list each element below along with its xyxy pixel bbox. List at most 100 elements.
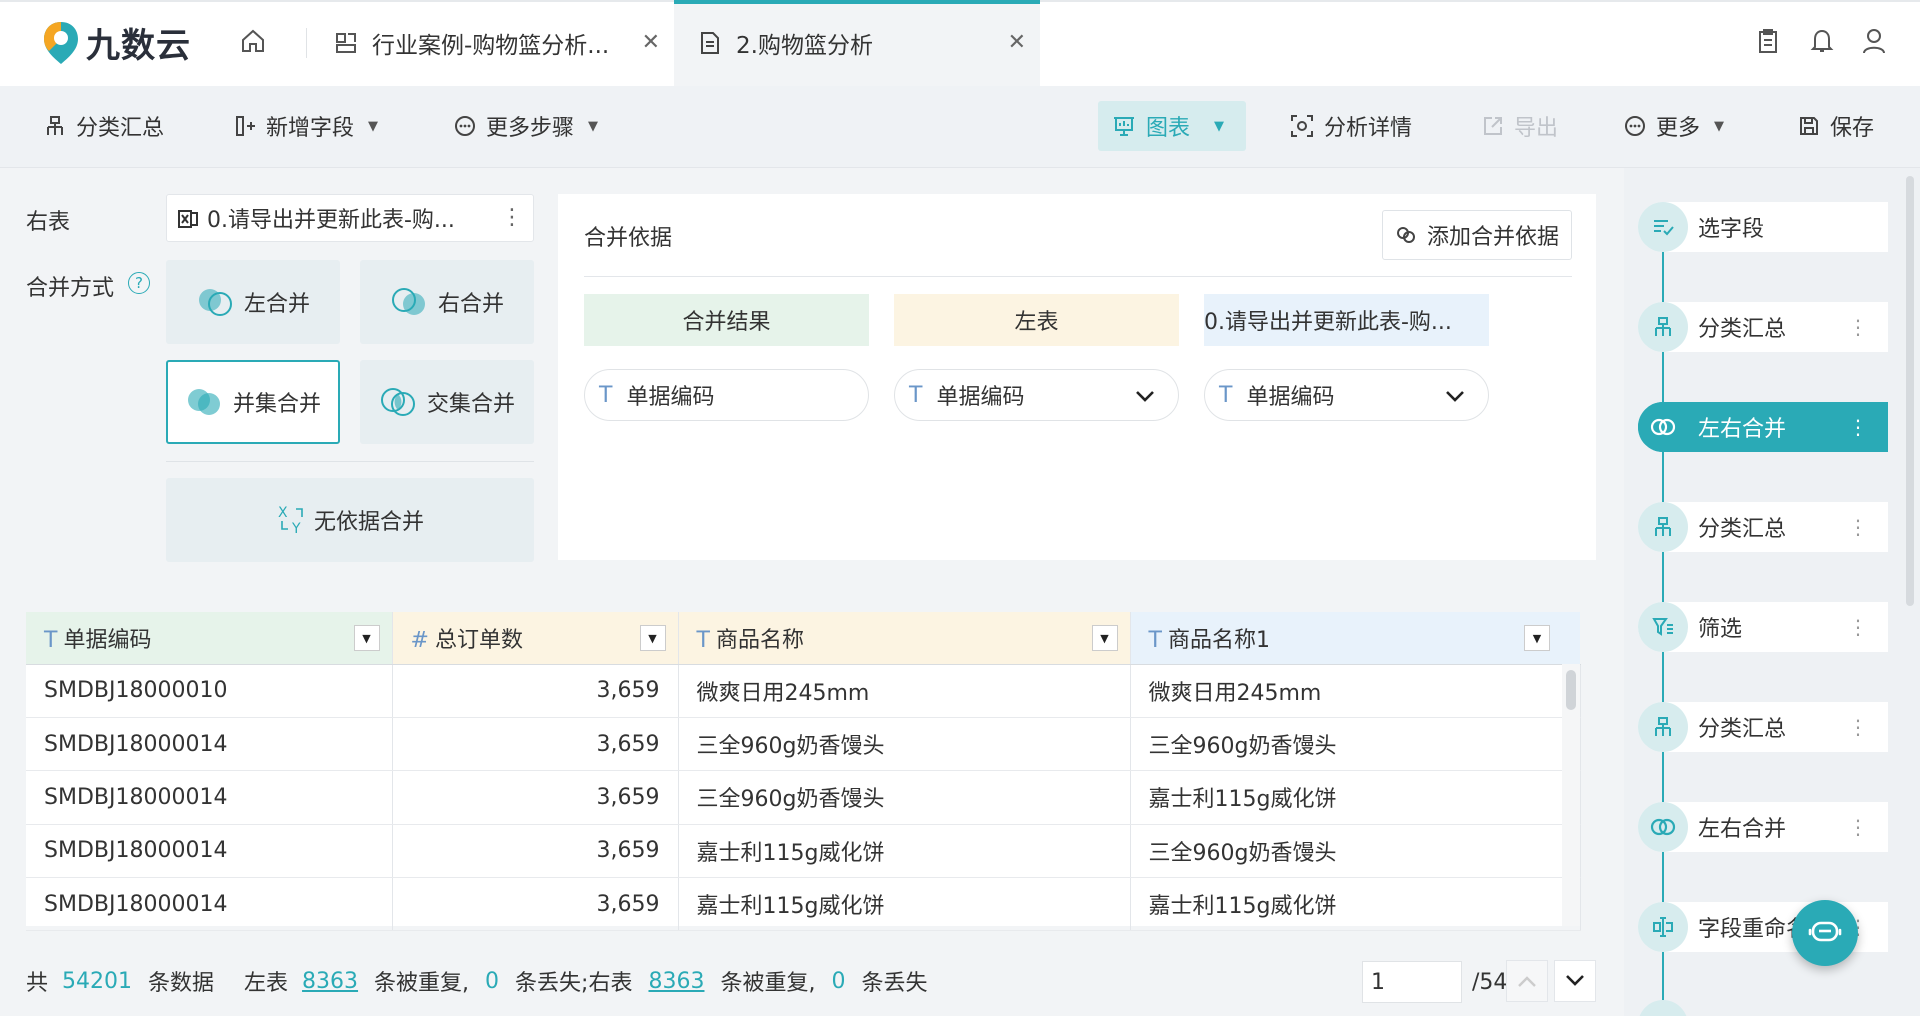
bell-icon bbox=[1810, 29, 1834, 52]
results-table: T 单据编码 ▼ # 总订单数 ▼ T 商品名称 ▼ T 商品名称1 ▼ SMDBJ180000… bbox=[26, 612, 1581, 932]
column-menu-icon[interactable]: ▼ bbox=[353, 625, 380, 651]
table-cell[interactable]: 3,659 bbox=[392, 824, 679, 879]
scrollbar-thumb[interactable] bbox=[1566, 670, 1576, 710]
right-lost-count: 0 bbox=[831, 968, 846, 994]
table-cell[interactable]: 三全960g奶香馒头 bbox=[1130, 717, 1581, 772]
kebab-menu-icon[interactable]: ⋮ bbox=[1848, 314, 1868, 340]
table-cell[interactable]: SMDBJ18000014 bbox=[26, 824, 393, 879]
table-cell[interactable]: 三全960g奶香馒头 bbox=[1130, 824, 1581, 879]
union-merge-icon bbox=[187, 389, 220, 415]
chart-button[interactable]: 图表 ▼ bbox=[1098, 101, 1246, 151]
table-cell[interactable]: SMDBJ18000014 bbox=[26, 717, 393, 772]
page-number-input[interactable]: 1 bbox=[1362, 961, 1462, 1003]
result-field-input[interactable]: T 单据编码 bbox=[584, 369, 869, 421]
table-cell[interactable]: 3,659 bbox=[392, 717, 679, 772]
table-cell[interactable]: 嘉士利115g威化饼 bbox=[678, 877, 1131, 932]
mode-label: 左合并 bbox=[243, 292, 310, 317]
table-cell[interactable]: 3,659 bbox=[392, 877, 679, 932]
close-icon[interactable]: ✕ bbox=[1008, 30, 1026, 55]
chart-icon bbox=[1114, 117, 1134, 136]
column-header[interactable]: T 商品名称1 ▼ bbox=[1130, 612, 1580, 665]
table-cell[interactable]: 嘉士利115g威化饼 bbox=[1130, 770, 1581, 825]
group-summary-button[interactable]: 分类汇总 bbox=[44, 101, 164, 151]
step-group-summary[interactable]: 分类汇总 ⋮ bbox=[1638, 702, 1888, 752]
table-cell[interactable]: 3,659 bbox=[392, 770, 679, 825]
add-merge-basis-label: 添加合并依据 bbox=[1426, 225, 1559, 250]
step-select-field[interactable]: 选字段 bbox=[1638, 202, 1888, 252]
steps-scrollbar[interactable] bbox=[1906, 176, 1914, 606]
table-cell[interactable]: 微爽日用245mm bbox=[678, 664, 1131, 718]
table-cell[interactable]: 嘉士利115g威化饼 bbox=[1130, 877, 1581, 932]
help-icon[interactable]: ? bbox=[128, 272, 150, 294]
chevron-down-icon bbox=[1566, 975, 1584, 986]
status-bar: 共 54201 条数据 左表 8363 条被重复, 0 条丢失; 右表 8363… bbox=[26, 956, 928, 1006]
kebab-menu-icon[interactable]: ⋮ bbox=[1848, 614, 1868, 640]
mode-intersection-merge[interactable]: 交集合并 bbox=[360, 360, 534, 444]
kebab-menu-icon[interactable]: ⋮ bbox=[1848, 714, 1868, 740]
step-filter[interactable]: 筛选 ⋮ bbox=[1638, 602, 1888, 652]
table-cell[interactable]: 微爽日用245mm bbox=[1130, 664, 1581, 718]
no-basis-merge-button[interactable]: XY 无依据合并 bbox=[166, 478, 534, 562]
step-group-summary[interactable]: 分类汇总 ⋮ bbox=[1638, 502, 1888, 552]
table-cell[interactable]: SMDBJ18000014 bbox=[26, 877, 393, 932]
right-field-select[interactable]: T 单据编码 bbox=[1204, 369, 1489, 421]
table-row: SMDBJ18000014 3,659 三全960g奶香馒头 三全960g奶香馒头 bbox=[26, 717, 1581, 772]
column-header[interactable]: T 商品名称 ▼ bbox=[678, 612, 1131, 665]
svg-text:X: X bbox=[278, 505, 288, 521]
active-tab-indicator bbox=[674, 0, 1040, 4]
table-cell[interactable]: 三全960g奶香馒头 bbox=[678, 770, 1131, 825]
column-menu-icon[interactable]: ▼ bbox=[639, 625, 666, 651]
mode-right-merge[interactable]: 右合并 bbox=[360, 260, 534, 344]
kebab-menu-icon[interactable]: ⋮ bbox=[1848, 514, 1868, 540]
table-cell[interactable]: 嘉士利115g威化饼 bbox=[678, 824, 1131, 879]
mode-union-merge[interactable]: 并集合并 bbox=[166, 360, 340, 444]
export-button[interactable]: 导出 bbox=[1482, 101, 1558, 151]
chevron-down-icon bbox=[1136, 391, 1154, 402]
close-icon[interactable]: ✕ bbox=[642, 30, 660, 55]
kebab-menu-icon[interactable]: ⋮ bbox=[1848, 414, 1868, 440]
home-button[interactable] bbox=[240, 28, 266, 54]
column-header-label: 单据编码 bbox=[63, 627, 152, 653]
left-duplicate-count[interactable]: 8363 bbox=[302, 969, 358, 994]
add-merge-basis-button[interactable]: 添加合并依据 bbox=[1381, 210, 1572, 260]
brand-name: 九数云 bbox=[86, 26, 191, 66]
intersection-merge-icon bbox=[380, 388, 415, 416]
chat-support-button[interactable] bbox=[1792, 900, 1858, 966]
step-merge[interactable]: 左右合并 ⋮ bbox=[1638, 802, 1888, 852]
column-header[interactable]: T 单据编码 ▼ bbox=[26, 612, 393, 665]
left-field-select[interactable]: T 单据编码 bbox=[894, 369, 1179, 421]
step-label: 分类汇总 bbox=[1698, 317, 1787, 342]
mode-left-merge[interactable]: 左合并 bbox=[166, 260, 340, 344]
table-cell[interactable]: SMDBJ18000010 bbox=[26, 664, 393, 718]
column-menu-icon[interactable]: ▼ bbox=[1091, 625, 1118, 651]
export-icon bbox=[1484, 117, 1502, 135]
step-merge-active[interactable]: 左右合并 ⋮ bbox=[1638, 402, 1888, 452]
add-field-button[interactable]: 新增字段 ▼ bbox=[234, 101, 378, 151]
user-button[interactable] bbox=[1862, 28, 1886, 54]
filter-icon bbox=[1638, 602, 1688, 652]
table-cell[interactable]: 3,659 bbox=[392, 664, 679, 718]
kebab-menu-icon[interactable]: ⋮ bbox=[501, 207, 523, 229]
more-button[interactable]: 更多 ▼ bbox=[1624, 101, 1724, 151]
notes-button[interactable] bbox=[1756, 28, 1780, 54]
prev-page-button[interactable] bbox=[1506, 960, 1548, 1002]
save-button[interactable]: 保存 bbox=[1798, 101, 1874, 151]
table-scrollbar[interactable] bbox=[1562, 664, 1580, 926]
table-cell[interactable]: 三全960g奶香馒头 bbox=[678, 717, 1131, 772]
notifications-button[interactable] bbox=[1810, 28, 1834, 54]
right-duplicate-count[interactable]: 8363 bbox=[648, 969, 704, 994]
analysis-detail-button[interactable]: 分析详情 bbox=[1290, 101, 1412, 151]
column-header[interactable]: # 总订单数 ▼ bbox=[392, 612, 679, 665]
next-page-button[interactable] bbox=[1554, 960, 1596, 1002]
step-label: 选字段 bbox=[1698, 217, 1765, 242]
table-cell[interactable]: SMDBJ18000014 bbox=[26, 770, 393, 825]
kebab-menu-icon[interactable]: ⋮ bbox=[1848, 814, 1868, 840]
more-steps-button[interactable]: 更多步骤 ▼ bbox=[454, 101, 598, 151]
step-group-summary[interactable]: 分类汇总 ⋮ bbox=[1638, 302, 1888, 352]
right-merge-icon bbox=[391, 288, 425, 315]
column-menu-icon[interactable]: ▼ bbox=[1524, 625, 1550, 651]
right-table-select[interactable]: 0.请导出并更新此表-购... ⋮ bbox=[166, 194, 534, 242]
tab-industry-case[interactable]: 行业案例-购物篮分析... ✕ bbox=[314, 0, 674, 86]
step-label: 筛选 bbox=[1698, 617, 1743, 642]
tab-basket-analysis[interactable]: 2.购物篮分析 ✕ bbox=[674, 0, 1040, 86]
